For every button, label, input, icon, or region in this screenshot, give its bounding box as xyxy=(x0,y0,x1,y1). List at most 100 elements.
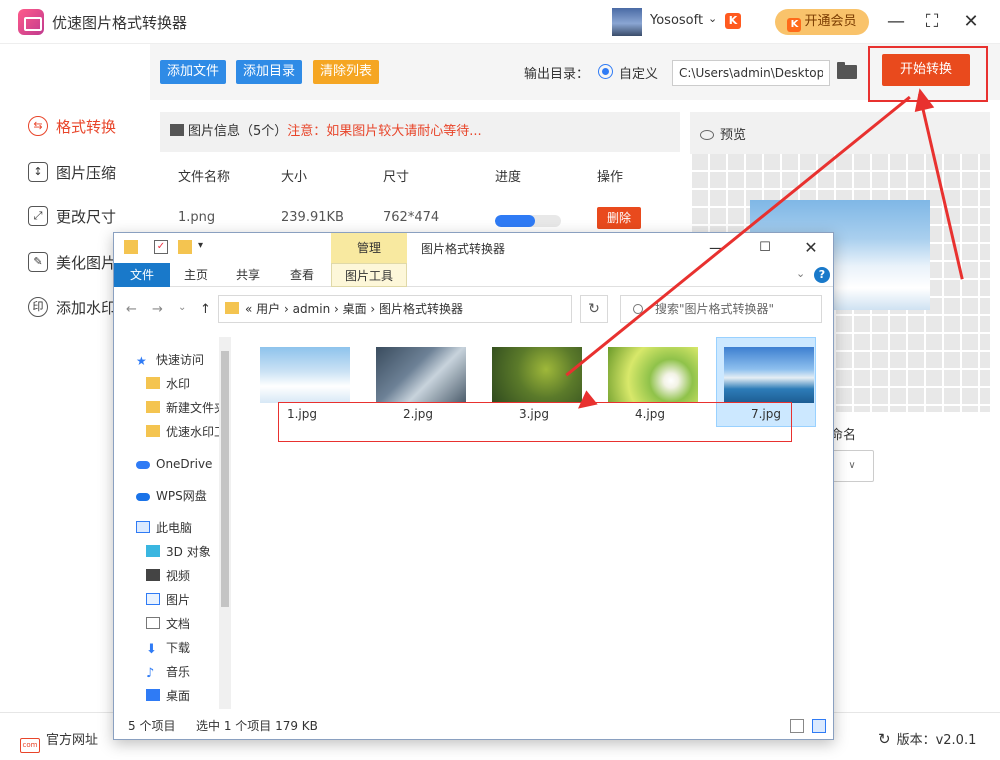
address-path: « 用户 › admin › 桌面 › 图片格式转换器 xyxy=(245,302,464,316)
app-logo-icon xyxy=(18,9,44,35)
navigation-scrollbar[interactable] xyxy=(219,337,231,709)
vip-label: 开通会员 xyxy=(804,14,857,29)
compress-icon: ↕ xyxy=(28,162,48,182)
vip-button[interactable]: K 开通会员 xyxy=(775,9,869,35)
user-name[interactable]: Yososoft xyxy=(650,13,703,28)
tab-share[interactable]: 共享 xyxy=(226,263,270,287)
row-file-size: 239.91KB xyxy=(281,210,344,225)
filenames-highlight-box xyxy=(278,402,792,442)
row-file-dimensions: 762*474 xyxy=(383,210,440,225)
user-avatar[interactable] xyxy=(612,8,642,36)
refresh-icon[interactable]: ↻ xyxy=(878,730,891,748)
tab-picture-tools[interactable]: 图片工具 xyxy=(331,263,407,287)
close-icon[interactable]: ✕ xyxy=(796,237,826,259)
vip-icon: K xyxy=(787,18,802,32)
sidebar-item-watermark-tool[interactable]: 优速水印工 xyxy=(146,421,226,443)
output-path-input[interactable] xyxy=(672,60,830,86)
nav-item-watermark[interactable]: 印添加水印 xyxy=(28,295,116,319)
sidebar-label: 快速访问 xyxy=(156,353,205,367)
row-progress-bar xyxy=(495,215,561,227)
sidebar-item-3d-objects[interactable]: 3D 对象 xyxy=(146,541,211,563)
tab-file[interactable]: 文件 xyxy=(114,263,170,287)
custom-output-label[interactable]: 自定义 xyxy=(619,63,658,82)
properties-icon[interactable]: ✓ xyxy=(154,240,168,254)
nav-item-compress[interactable]: ↕ 图片压缩 xyxy=(28,160,116,184)
folder-icon[interactable] xyxy=(837,62,857,79)
recent-dropdown-icon[interactable]: ⌄ xyxy=(178,302,186,313)
sidebar-item-music[interactable]: ♪ 音乐 xyxy=(146,661,190,683)
file-info-title: 图片信息（5个） xyxy=(188,124,288,139)
eye-icon xyxy=(700,130,714,140)
user-badge-icon: K xyxy=(725,13,741,29)
desktop-icon xyxy=(146,689,160,701)
sidebar-item-desktop[interactable]: 桌面 xyxy=(146,685,190,707)
folder-icon xyxy=(146,425,160,437)
new-folder-icon[interactable] xyxy=(178,240,192,254)
official-site-link[interactable]: com 官方网址 xyxy=(20,729,98,753)
search-placeholder: 搜索"图片格式转换器" xyxy=(655,302,775,316)
clear-list-button[interactable]: 清除列表 xyxy=(313,60,380,84)
quick-access-dropdown-icon[interactable]: ▾ xyxy=(198,240,212,254)
tab-view[interactable]: 查看 xyxy=(280,263,324,287)
add-directory-button[interactable]: 添加目录 xyxy=(236,60,303,84)
image-icon xyxy=(170,124,184,136)
sidebar-item-pictures[interactable]: 图片 xyxy=(146,589,190,611)
sidebar-label: 优速水印工 xyxy=(166,425,227,439)
version-info: ↻ 版本：v2.0.1 xyxy=(878,729,976,748)
large-icons-view-icon[interactable] xyxy=(812,719,826,733)
sidebar-label: WPS网盘 xyxy=(156,489,207,503)
rename-select[interactable]: ∨ xyxy=(830,450,874,482)
maximize-icon[interactable]: ☐ xyxy=(750,237,780,259)
file-grid: 1.jpg 2.jpg 3.jpg 4.jpg 7.jpg xyxy=(240,333,830,713)
file-list-header: 图片信息（5个）注意：如果图片较大请耐心等待... xyxy=(160,112,680,152)
computer-icon xyxy=(136,521,150,533)
status-item-count: 5 个项目 xyxy=(128,719,176,733)
nav-item-format-convert[interactable]: ⇆ 格式转换 xyxy=(28,114,116,138)
details-view-icon[interactable] xyxy=(790,719,804,733)
tab-home[interactable]: 主页 xyxy=(174,263,218,287)
watermark-icon: 印 xyxy=(28,297,48,317)
nav-label: 更改尺寸 xyxy=(56,207,117,226)
sidebar-label: 桌面 xyxy=(166,689,191,703)
sidebar-label: 图片 xyxy=(166,593,191,607)
chevron-down-icon[interactable]: ⌄ xyxy=(708,12,717,25)
close-icon[interactable]: ✕ xyxy=(958,9,984,35)
add-file-button[interactable]: 添加文件 xyxy=(160,60,227,84)
scrollbar-thumb[interactable] xyxy=(221,351,229,607)
explorer-status-bar: 5 个项目 选中 1 个项目 179 KB xyxy=(114,713,833,739)
sidebar-label: 下载 xyxy=(166,641,191,655)
sidebar-item-documents[interactable]: 文档 xyxy=(146,613,190,635)
minimize-icon[interactable]: — xyxy=(702,237,732,259)
custom-output-radio[interactable] xyxy=(598,64,613,79)
progress-fill xyxy=(495,215,535,227)
fullscreen-icon[interactable]: ⛶ xyxy=(919,9,945,35)
sidebar-label: 视频 xyxy=(166,569,191,583)
app-title: 优速图片格式转换器 xyxy=(52,14,188,32)
sidebar-item-videos[interactable]: 视频 xyxy=(146,565,190,587)
sidebar-item-watermark[interactable]: 水印 xyxy=(146,373,190,395)
sidebar-item-new-folder[interactable]: 新建文件夹 xyxy=(146,397,226,419)
address-bar[interactable]: « 用户 › admin › 桌面 › 图片格式转换器 xyxy=(218,295,572,323)
delete-button[interactable]: 删除 xyxy=(597,207,641,229)
help-icon[interactable]: ? xyxy=(814,267,830,283)
up-arrow-icon[interactable]: ↑ xyxy=(200,302,211,317)
beautify-icon: ✎ xyxy=(28,252,48,272)
sidebar-item-onedrive[interactable]: OneDrive xyxy=(136,453,212,475)
sidebar-item-quick-access[interactable]: ★ 快速访问 xyxy=(136,349,204,371)
navigation-pane: ★ 快速访问 水印 新建文件夹 优速水印工 OneDrive WPS网盘 此电脑 … xyxy=(114,333,234,713)
sidebar-item-this-pc[interactable]: 此电脑 xyxy=(136,517,192,539)
sidebar-item-downloads[interactable]: ⬇ 下载 xyxy=(146,637,190,659)
nav-item-resize[interactable]: ⤢ 更改尺寸 xyxy=(28,204,116,228)
ribbon-expand-icon[interactable]: ⌄ xyxy=(796,267,805,280)
wps-cloud-icon xyxy=(136,493,150,501)
column-header-size: 大小 xyxy=(281,170,308,185)
official-site-label: 官方网址 xyxy=(46,733,99,748)
forward-arrow-icon[interactable]: → xyxy=(152,302,163,317)
nav-item-beautify[interactable]: ✎ 美化图片 xyxy=(28,250,116,274)
sidebar-item-wps-cloud[interactable]: WPS网盘 xyxy=(136,485,207,507)
manage-tab[interactable]: 管理 xyxy=(331,233,407,263)
back-arrow-icon[interactable]: ← xyxy=(126,302,137,317)
refresh-icon[interactable]: ↻ xyxy=(580,295,608,323)
minimize-icon[interactable]: — xyxy=(883,9,909,35)
resize-icon: ⤢ xyxy=(28,206,48,226)
